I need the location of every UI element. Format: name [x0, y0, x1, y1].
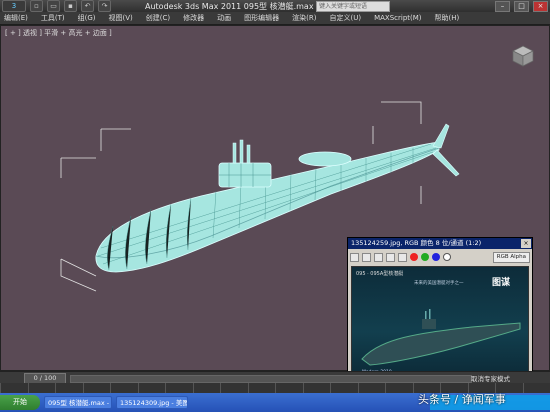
menu-modifiers[interactable]: 修改器	[183, 13, 204, 23]
menu-rendering[interactable]: 渲染(R)	[292, 13, 316, 23]
source-watermark: 头条号 / 诤闻军事	[418, 393, 506, 406]
menu-customize[interactable]: 自定义(U)	[329, 13, 361, 23]
green-channel-icon[interactable]	[421, 253, 429, 261]
search-input[interactable]: 键入关键字或短语	[316, 1, 390, 12]
app-logo-icon[interactable]: 3	[2, 0, 26, 12]
window-controls: – □ ×	[495, 0, 548, 12]
menu-help[interactable]: 帮助(H)	[435, 13, 460, 23]
red-channel-icon[interactable]	[410, 253, 418, 261]
alpha-channel-icon[interactable]	[443, 253, 451, 261]
rendered-image: 095 · 095A型核潜艇 未来的美国潜艇对手之一 图谋 Modern 201…	[351, 266, 529, 386]
save-icon[interactable]: ▪	[64, 0, 77, 12]
clear-icon[interactable]	[398, 252, 407, 262]
expert-mode-text[interactable]: 取消专家模式	[471, 373, 510, 383]
new-file-icon[interactable]: ▫	[30, 0, 43, 12]
menu-maxscript[interactable]: MAXScript(M)	[374, 14, 421, 22]
rendered-submarine	[361, 309, 521, 366]
save-image-icon[interactable]	[350, 252, 359, 262]
clone-window-icon[interactable]	[374, 252, 383, 262]
blue-channel-icon[interactable]	[432, 253, 440, 261]
copy-image-icon[interactable]	[362, 252, 371, 262]
close-button[interactable]: ×	[533, 0, 548, 12]
menu-views[interactable]: 视图(V)	[109, 13, 133, 23]
taskbar-item-3dsmax[interactable]: 095型 核潜艇.max - A...	[44, 396, 112, 409]
maximize-button[interactable]: □	[514, 0, 529, 12]
menu-tools[interactable]: 工具(T)	[41, 13, 65, 23]
perspective-viewport[interactable]: [ + ] 透视 ] 平滑 + 高光 + 边面 ] 135124259.jpg,…	[0, 25, 550, 390]
window-title: Autodesk 3ds Max 2011 095型 核潜艇.max	[145, 2, 314, 11]
rendered-frame-window[interactable]: 135124259.jpg, RGB 颜色 8 位/通道 (1:2) × RGB…	[347, 237, 533, 390]
render-window-title[interactable]: 135124259.jpg, RGB 颜色 8 位/通道 (1:2)	[348, 238, 532, 249]
render-window-close-icon[interactable]: ×	[521, 239, 531, 248]
start-button[interactable]: 开始	[0, 395, 40, 410]
print-icon[interactable]	[386, 252, 395, 262]
redo-icon[interactable]: ↷	[98, 0, 111, 12]
taskbar-item-image[interactable]: 135124309.jpg - 美图...	[116, 396, 188, 409]
menu-group[interactable]: 组(G)	[78, 13, 96, 23]
open-file-icon[interactable]: ▭	[47, 0, 60, 12]
channel-select[interactable]: RGB Alpha	[492, 251, 530, 263]
menu-animation[interactable]: 动画	[217, 13, 231, 23]
undo-icon[interactable]: ↶	[81, 0, 94, 12]
render-window-toolbar: RGB Alpha	[350, 251, 530, 263]
minimize-button[interactable]: –	[495, 0, 510, 12]
title-bar: 3 ▫ ▭ ▪ ↶ ↷ Autodesk 3ds Max 2011 095型 核…	[0, 0, 550, 12]
quick-access-toolbar: 3 ▫ ▭ ▪ ↶ ↷	[2, 0, 111, 12]
menu-edit[interactable]: 编辑(E)	[4, 13, 28, 23]
menu-graph-editors[interactable]: 图形编辑器	[244, 13, 279, 23]
menu-bar: 编辑(E) 工具(T) 组(G) 视图(V) 创建(C) 修改器 动画 图形编辑…	[0, 12, 550, 25]
menu-create[interactable]: 创建(C)	[146, 13, 170, 23]
time-slider[interactable]	[70, 375, 472, 383]
